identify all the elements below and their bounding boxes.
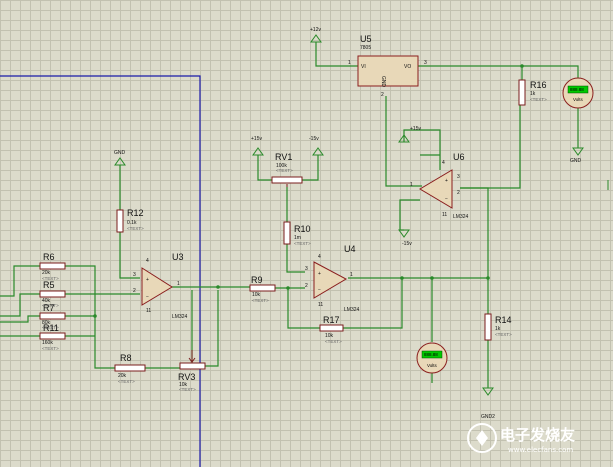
svg-text:<TEXT>: <TEXT> xyxy=(179,387,196,392)
opamp-u3[interactable]: + − 3 2 1 4 11 U3 LM324 xyxy=(133,252,188,320)
svg-text:+: + xyxy=(146,277,149,283)
svg-text:R16: R16 xyxy=(530,80,547,90)
svg-text:3: 3 xyxy=(457,174,460,180)
svg-text:2: 2 xyxy=(381,92,384,98)
potentiometer-rv1[interactable]: RV1 100k <TEXT> xyxy=(271,152,303,187)
svg-text:GND2: GND2 xyxy=(481,414,495,420)
resistor-r12[interactable]: R12 0.1k <TEXT> xyxy=(116,208,144,233)
svg-text:−: − xyxy=(445,196,448,202)
svg-text:RV3: RV3 xyxy=(178,372,195,382)
svg-text:R17: R17 xyxy=(323,315,340,325)
svg-text:4: 4 xyxy=(146,258,149,264)
svg-text:VO: VO xyxy=(404,64,411,70)
svg-text:U5: U5 xyxy=(360,34,372,44)
svg-text:888.88: 888.88 xyxy=(570,87,584,92)
svg-text:2: 2 xyxy=(457,190,460,196)
power-terminal-p15-rv1: +15v xyxy=(251,136,264,162)
sheet-border xyxy=(0,75,201,467)
resistor-r6[interactable]: R6 20k <TEXT> xyxy=(39,252,66,281)
svg-text:2: 2 xyxy=(305,283,308,289)
schematic-canvas: R6 20k <TEXT> R5 40k <TEXT> R7 80k <TEXT… xyxy=(0,0,613,467)
watermark-text: 电子发烧友 xyxy=(500,426,575,444)
svg-text:-15v: -15v xyxy=(309,136,319,142)
svg-text:11: 11 xyxy=(318,302,323,308)
svg-text:+: + xyxy=(445,178,448,184)
gnd-terminal-u3: GND xyxy=(114,150,126,166)
svg-text:<TEXT>: <TEXT> xyxy=(276,168,293,173)
resistor-r16[interactable]: R16 1k <TEXT> xyxy=(518,79,547,106)
svg-text:R7: R7 xyxy=(43,303,55,313)
gnd-terminal-meter: GND xyxy=(570,147,584,164)
schematic-diagram: R6 20k <TEXT> R5 40k <TEXT> R7 80k <TEXT… xyxy=(0,27,609,467)
svg-text:11: 11 xyxy=(442,212,447,218)
svg-text:1: 1 xyxy=(410,182,413,188)
svg-text:11: 11 xyxy=(146,308,151,314)
svg-text:R10: R10 xyxy=(294,224,311,234)
svg-text:+: + xyxy=(318,271,321,277)
potentiometer-rv3[interactable]: RV3 10k <TEXT> xyxy=(178,350,206,392)
svg-text:+15v: +15v xyxy=(251,136,262,142)
svg-text:Volts: Volts xyxy=(573,97,584,102)
svg-text:888.88: 888.88 xyxy=(424,352,438,357)
svg-text:R8: R8 xyxy=(120,353,132,363)
svg-text:4: 4 xyxy=(442,160,445,166)
resistor-r8[interactable]: R8 20k <TEXT> xyxy=(114,353,146,384)
svg-text:4: 4 xyxy=(318,254,321,260)
resistor-r10[interactable]: R10 1m <TEXT> xyxy=(283,221,311,246)
svg-text:<TEXT>: <TEXT> xyxy=(495,332,512,337)
svg-text:1: 1 xyxy=(350,272,353,278)
svg-text:U4: U4 xyxy=(344,244,356,254)
watermark-site: www.elecfans.com xyxy=(508,446,573,454)
svg-text:3: 3 xyxy=(133,272,136,278)
watermark-logo: 电子发烧友 www.elecfans.com xyxy=(467,423,575,454)
svg-text:<TEXT>: <TEXT> xyxy=(530,97,547,102)
svg-text:+15v: +15v xyxy=(410,126,421,132)
gnd-terminal-r14: GND2 xyxy=(481,387,495,420)
svg-text:R11: R11 xyxy=(43,323,59,333)
resistor-r14[interactable]: R14 1k <TEXT> xyxy=(484,313,512,341)
svg-text:−: − xyxy=(318,287,321,293)
svg-text:+12v: +12v xyxy=(310,27,321,33)
svg-text:GND: GND xyxy=(114,150,126,156)
svg-text:R9: R9 xyxy=(251,275,263,285)
svg-text:−: − xyxy=(146,294,149,300)
svg-text:<TEXT>: <TEXT> xyxy=(42,346,59,351)
svg-text:LM324: LM324 xyxy=(172,314,188,320)
svg-text:U6: U6 xyxy=(453,152,465,162)
svg-text:R5: R5 xyxy=(43,280,55,290)
svg-text:<TEXT>: <TEXT> xyxy=(127,226,144,231)
power-terminal-p12: +12v xyxy=(310,27,322,43)
svg-text:3: 3 xyxy=(305,266,308,272)
svg-text:7805: 7805 xyxy=(360,45,371,51)
svg-text:R12: R12 xyxy=(127,208,144,218)
svg-text:Volts: Volts xyxy=(427,363,438,368)
svg-text:VI: VI xyxy=(361,64,366,70)
svg-text:GND: GND xyxy=(380,76,386,88)
resistor-r11[interactable]: R11 160k <TEXT> xyxy=(39,323,66,351)
svg-text:1: 1 xyxy=(348,60,351,66)
power-terminal-n15-rv1: -15v xyxy=(309,136,324,162)
power-terminal-p15-u6: +15v xyxy=(398,126,421,143)
svg-text:R6: R6 xyxy=(43,252,55,262)
svg-text:GND: GND xyxy=(570,158,582,164)
svg-text:<TEXT>: <TEXT> xyxy=(325,339,342,344)
svg-text:LM324: LM324 xyxy=(453,214,469,220)
svg-text:LM324: LM324 xyxy=(344,307,360,313)
voltmeter-middle: 888.88 Volts xyxy=(416,342,448,374)
svg-text:<TEXT>: <TEXT> xyxy=(118,379,135,384)
svg-text:1: 1 xyxy=(177,281,180,287)
svg-text:3: 3 xyxy=(424,60,427,66)
voltmeter-output: 888.88 Volts xyxy=(562,77,594,109)
power-terminal-n15-u6: -15v xyxy=(398,229,412,247)
svg-text:<TEXT>: <TEXT> xyxy=(294,241,311,246)
resistor-r17[interactable]: R17 10k <TEXT> xyxy=(319,315,344,344)
svg-text:<TEXT>: <TEXT> xyxy=(252,298,269,303)
regulator-u5[interactable]: U5 7805 VI VO GND 1 3 2 xyxy=(348,34,427,98)
resistor-r9[interactable]: R9 10k <TEXT> xyxy=(249,275,276,303)
svg-text:-15v: -15v xyxy=(402,241,412,247)
svg-text:2: 2 xyxy=(133,288,136,294)
svg-text:U3: U3 xyxy=(172,252,184,262)
svg-text:RV1: RV1 xyxy=(275,152,292,162)
svg-text:R14: R14 xyxy=(495,315,512,325)
